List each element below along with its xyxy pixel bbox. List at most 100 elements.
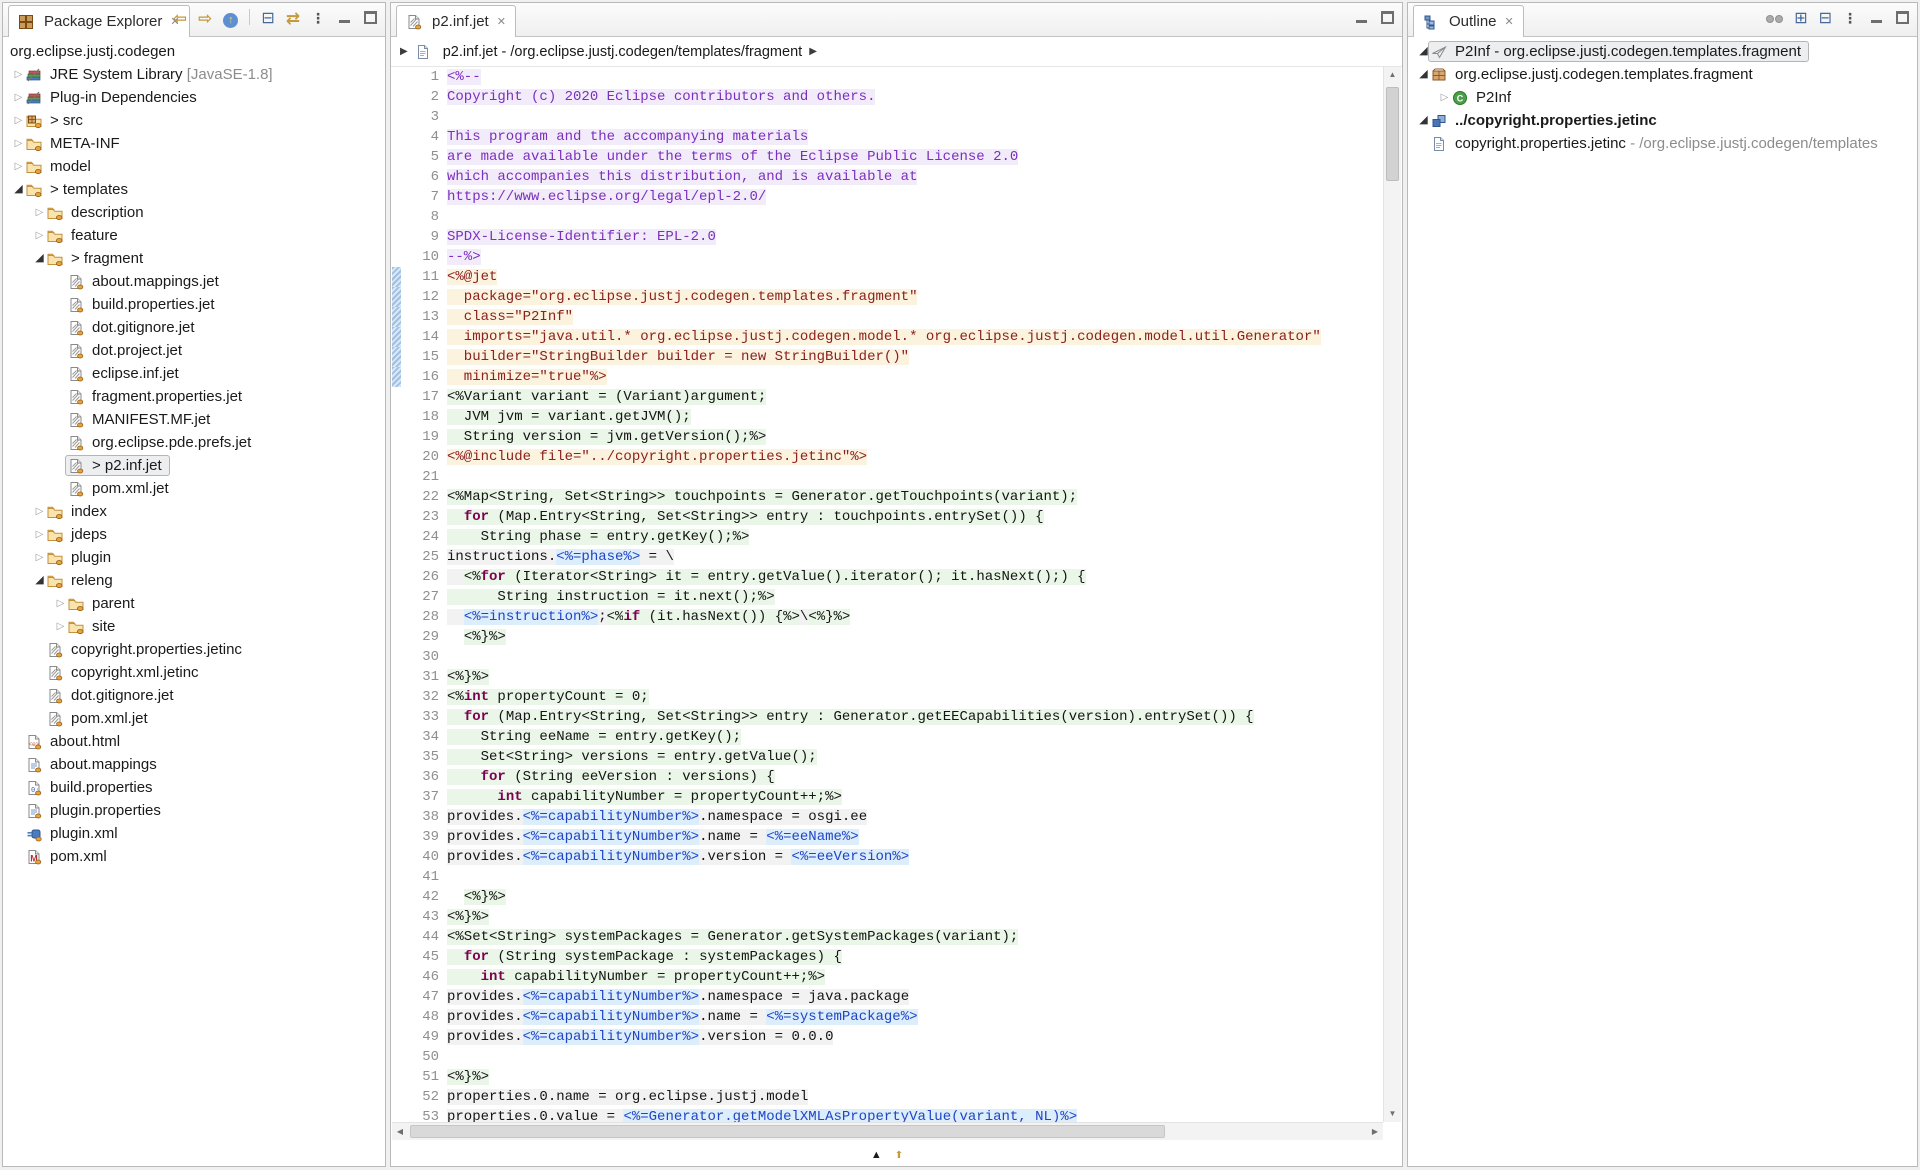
- tree-row[interactable]: MANIFEST.MF.jet: [3, 408, 385, 431]
- chevron-right-icon[interactable]: ▶: [809, 46, 817, 57]
- link-with-editor-icon[interactable]: ⇄: [286, 10, 300, 28]
- expander-collapsed-icon[interactable]: ▷: [1437, 93, 1452, 103]
- collapse-all-icon[interactable]: ⊟: [261, 10, 274, 27]
- editor-bottom-indicator[interactable]: ▲ ⬆: [391, 1150, 1383, 1161]
- scroll-up-arrow[interactable]: ▲: [1384, 67, 1401, 83]
- expander-expanded-icon[interactable]: ◢: [1416, 115, 1431, 126]
- chevron-right-icon[interactable]: ▶: [400, 46, 408, 57]
- back-icon[interactable]: ⇦: [173, 10, 187, 28]
- vertical-scrollbar[interactable]: ▲ ▼: [1383, 67, 1401, 1122]
- expander-expanded-icon[interactable]: ◢: [11, 184, 26, 195]
- quickdiff-gutter: [392, 907, 401, 927]
- tree-row[interactable]: plugin.xml: [3, 822, 385, 845]
- expander-expanded-icon[interactable]: ◢: [32, 575, 47, 586]
- close-icon[interactable]: ✕: [1505, 15, 1514, 28]
- tree-row[interactable]: ▷META-INF: [3, 132, 385, 155]
- minimize-icon[interactable]: [1869, 10, 1884, 27]
- expander-collapsed-icon[interactable]: ▷: [32, 553, 47, 563]
- tree-row[interactable]: dot.project.jet: [3, 339, 385, 362]
- minimize-icon[interactable]: [1354, 10, 1369, 27]
- expander-collapsed-icon[interactable]: ▷: [32, 530, 47, 540]
- tree-row[interactable]: ▷JRE System Library [JavaSE-1.8]: [3, 63, 385, 86]
- expander-collapsed-icon[interactable]: ▷: [11, 162, 26, 172]
- scroll-right-arrow[interactable]: ▶: [1367, 1123, 1383, 1140]
- overflow-triangle-icon[interactable]: ▲: [871, 1149, 882, 1161]
- breadcrumb[interactable]: ▶ p2.inf.jet - /org.eclipse.justj.codege…: [391, 37, 1402, 67]
- collapse-all-icon[interactable]: ⊟: [1819, 10, 1832, 27]
- tree-row[interactable]: pom.xml.jet: [3, 477, 385, 500]
- code-line: 50: [392, 1047, 1383, 1067]
- tree-row[interactable]: ◢> templates: [3, 178, 385, 201]
- vertical-scroll-thumb[interactable]: [1386, 87, 1399, 181]
- tree-row[interactable]: ▷feature: [3, 224, 385, 247]
- tree-row[interactable]: Mpom.xml: [3, 845, 385, 868]
- tree-row[interactable]: copyright.properties.jetinc: [3, 638, 385, 661]
- expander-collapsed-icon[interactable]: ▷: [32, 231, 47, 241]
- view-menu-icon[interactable]: ⋮: [311, 10, 326, 27]
- expander-collapsed-icon[interactable]: ▷: [53, 622, 68, 632]
- tree-row[interactable]: ◢P2Inf - org.eclipse.justj.codegen.templ…: [1408, 40, 1917, 63]
- horizontal-scroll-thumb[interactable]: [410, 1125, 1165, 1138]
- expander-collapsed-icon[interactable]: ▷: [11, 70, 26, 80]
- tree-row[interactable]: ▷Plug-in Dependencies: [3, 86, 385, 109]
- tree-row[interactable]: ◢releng: [3, 569, 385, 592]
- tree-row[interactable]: ▷site: [3, 615, 385, 638]
- expander-expanded-icon[interactable]: ◢: [32, 253, 47, 264]
- folder-icon: [47, 573, 64, 589]
- tree-row[interactable]: dot.gitignore.jet: [3, 684, 385, 707]
- tree-row[interactable]: about.mappings: [3, 753, 385, 776]
- close-icon[interactable]: ✕: [497, 15, 506, 28]
- tree-row[interactable]: org.eclipse.justj.codegen: [3, 40, 385, 63]
- tab-package-explorer[interactable]: Package Explorer ✕: [8, 5, 190, 37]
- tree-row[interactable]: ▷parent: [3, 592, 385, 615]
- tree-row[interactable]: dot.gitignore.jet: [3, 316, 385, 339]
- expander-collapsed-icon[interactable]: ▷: [11, 139, 26, 149]
- expander-expanded-icon[interactable]: ◢: [1416, 69, 1431, 80]
- tree-row[interactable]: ▷> src: [3, 109, 385, 132]
- tree-row[interactable]: fragment.properties.jet: [3, 385, 385, 408]
- tree-row[interactable]: eclipse.inf.jet: [3, 362, 385, 385]
- tree-row[interactable]: ▷plugin: [3, 546, 385, 569]
- tree-row[interactable]: copyright.properties.jetinc - /org.eclip…: [1408, 132, 1917, 155]
- tree-row[interactable]: ▷CP2Inf: [1408, 86, 1917, 109]
- focus-icon[interactable]: [1766, 10, 1783, 27]
- scroll-left-arrow[interactable]: ◀: [392, 1123, 408, 1140]
- horizontal-scrollbar[interactable]: ◀ ▶: [392, 1122, 1383, 1140]
- maximize-icon[interactable]: [1895, 10, 1910, 28]
- tree-row[interactable]: ▷index: [3, 500, 385, 523]
- tree-row[interactable]: ◢> fragment: [3, 247, 385, 270]
- expander-collapsed-icon[interactable]: ▷: [11, 116, 26, 126]
- tree-row[interactable]: ◢org.eclipse.justj.codegen.templates.fra…: [1408, 63, 1917, 86]
- view-menu-icon[interactable]: ⋮: [1843, 10, 1858, 27]
- tree-row[interactable]: ▷model: [3, 155, 385, 178]
- tree-row[interactable]: copyright.xml.jetinc: [3, 661, 385, 684]
- expand-all-icon[interactable]: ⊞: [1794, 10, 1807, 27]
- tab-p2-inf-jet[interactable]: p2.inf.jet ✕: [396, 5, 516, 37]
- tab-outline[interactable]: Outline ✕: [1413, 5, 1524, 37]
- expander-collapsed-icon[interactable]: ▷: [11, 93, 26, 103]
- code-line: 19 String version = jvm.getVersion();%>: [392, 427, 1383, 447]
- tree-row[interactable]: pom.xml.jet: [3, 707, 385, 730]
- tree-row[interactable]: about.mappings.jet: [3, 270, 385, 293]
- quickdiff-gutter: [392, 947, 401, 967]
- up-icon[interactable]: ↑: [223, 10, 238, 28]
- forward-icon[interactable]: ⇨: [198, 10, 212, 28]
- tree-row[interactable]: build.properties.jet: [3, 293, 385, 316]
- tree-row[interactable]: 0:build.properties: [3, 776, 385, 799]
- expander-collapsed-icon[interactable]: ▷: [53, 599, 68, 609]
- tree-row[interactable]: ▷description: [3, 201, 385, 224]
- tree-row[interactable]: ◢../copyright.properties.jetinc: [1408, 109, 1917, 132]
- tree-row[interactable]: plugin.properties: [3, 799, 385, 822]
- maximize-icon[interactable]: [363, 10, 378, 28]
- maximize-icon[interactable]: [1380, 10, 1395, 28]
- breadcrumb-text[interactable]: p2.inf.jet - /org.eclipse.justj.codegen/…: [443, 44, 802, 60]
- tree-row[interactable]: org.eclipse.pde.prefs.jet: [3, 431, 385, 454]
- code-editor[interactable]: 1<%--2Copyright (c) 2020 Eclipse contrib…: [392, 67, 1383, 1122]
- scroll-down-arrow[interactable]: ▼: [1384, 1106, 1401, 1122]
- expander-collapsed-icon[interactable]: ▷: [32, 507, 47, 517]
- minimize-icon[interactable]: [337, 10, 352, 27]
- tree-row[interactable]: ▷jdeps: [3, 523, 385, 546]
- tree-row[interactable]: <e>about.html: [3, 730, 385, 753]
- expander-collapsed-icon[interactable]: ▷: [32, 208, 47, 218]
- tree-row[interactable]: > p2.inf.jet: [3, 454, 385, 477]
